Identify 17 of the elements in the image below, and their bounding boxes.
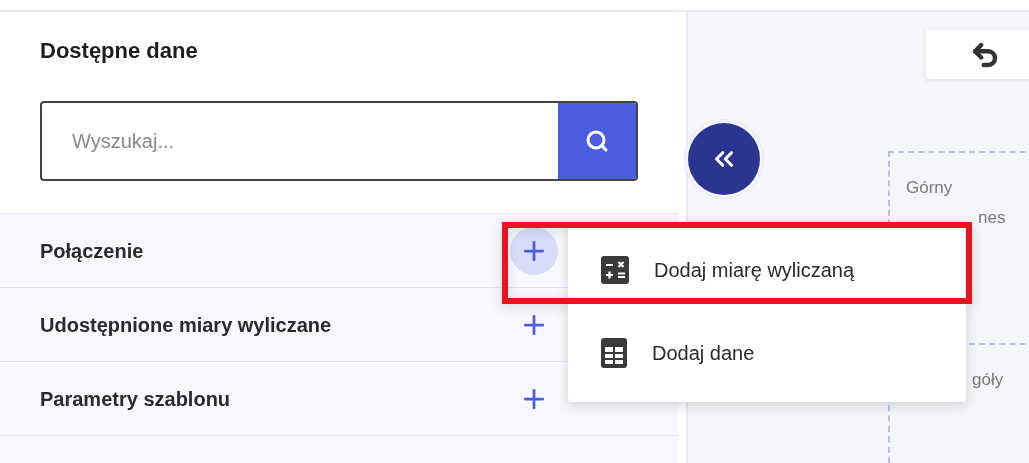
- search-field[interactable]: Wyszukaj...: [42, 103, 558, 179]
- add-button[interactable]: [510, 226, 558, 275]
- zone-label: góły: [971, 369, 1005, 391]
- search-box[interactable]: Wyszukaj...: [40, 101, 638, 181]
- section-label: Połączenie: [40, 238, 145, 264]
- panel-title: Dostępne dane: [40, 37, 199, 65]
- calculator-icon: [600, 255, 630, 285]
- section-label: Udostępnione miary wyliczane: [40, 312, 333, 338]
- section-label: Parametry szablonu: [40, 386, 232, 412]
- menu-item[interactable]: Dodaj dane: [568, 304, 966, 402]
- menu-item[interactable]: Dodaj miarę wyliczaną: [568, 228, 966, 298]
- zone-label: nes: [977, 207, 1007, 229]
- search-button[interactable]: [558, 103, 636, 179]
- table-icon: [600, 337, 628, 369]
- search-icon: [585, 129, 609, 153]
- zone-label: Górny: [906, 177, 954, 199]
- undo-button[interactable]: [926, 30, 1029, 79]
